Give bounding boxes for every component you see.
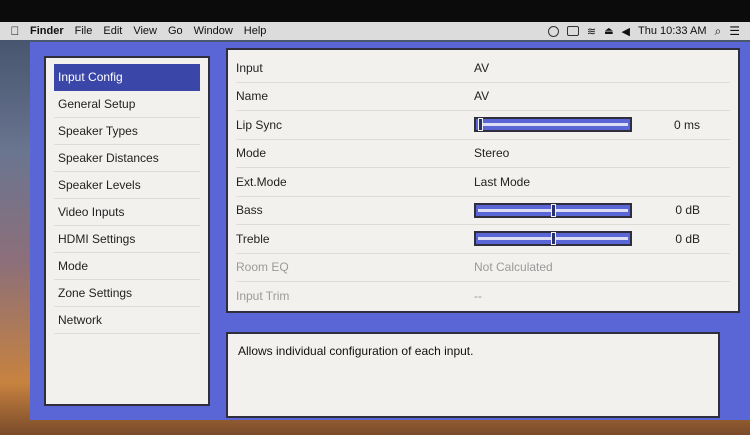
setting-row-lip-sync[interactable]: Lip Sync 0 ms (236, 111, 730, 140)
sidebar-item-mode[interactable]: Mode (54, 253, 200, 280)
setting-row-ext-mode[interactable]: Ext.Mode Last Mode (236, 168, 730, 197)
menu-finder[interactable]: Finder (30, 25, 64, 37)
input-trim-value: -- (474, 289, 482, 304)
apple-icon[interactable]:  (0, 24, 30, 38)
sidebar-item-input-config[interactable]: Input Config (54, 64, 200, 91)
setting-label: Lip Sync (236, 117, 283, 132)
setting-row-room-eq: Room EQ Not Calculated (236, 254, 730, 282)
menu-window[interactable]: Window (194, 25, 233, 37)
search-icon[interactable]: ⌕ (715, 24, 722, 39)
menubar-clock[interactable]: Thu 10:33 AM (638, 25, 707, 37)
sidebar-item-general-setup[interactable]: General Setup (54, 91, 200, 118)
menu-edit[interactable]: Edit (103, 25, 122, 37)
setting-label: Ext.Mode (236, 174, 287, 189)
setting-row-treble[interactable]: Treble 0 dB (236, 225, 730, 254)
lip-sync-value: 0 ms (673, 117, 700, 132)
input-config-panel: Input AV Name AV Lip Sync 0 ms Mode Ster… (226, 48, 740, 313)
setting-row-input-trim: Input Trim -- (236, 282, 730, 311)
sidebar-item-hdmi-settings[interactable]: HDMI Settings (54, 226, 200, 253)
menu-help[interactable]: Help (244, 25, 267, 37)
monitor-bezel (0, 0, 750, 22)
menu-go[interactable]: Go (168, 25, 183, 37)
setting-label: Bass (236, 203, 263, 218)
treble-value: 0 dB (675, 231, 700, 246)
setting-row-bass[interactable]: Bass 0 dB (236, 197, 730, 225)
slider-knob[interactable] (550, 203, 556, 217)
menu-file[interactable]: File (75, 25, 93, 37)
menu-view[interactable]: View (133, 25, 157, 37)
setting-label: Treble (236, 231, 270, 246)
eject-icon[interactable]: ⏏ (604, 26, 613, 37)
sidebar-item-speaker-distances[interactable]: Speaker Distances (54, 145, 200, 172)
bass-slider[interactable] (474, 202, 632, 218)
description-text: Allows individual configuration of each … (238, 344, 474, 358)
slider-knob[interactable] (550, 232, 556, 246)
wifi-icon[interactable]: ≋ (587, 25, 596, 38)
time-machine-icon[interactable] (547, 25, 559, 37)
slider-knob[interactable] (478, 118, 483, 132)
treble-slider[interactable] (474, 231, 632, 247)
setting-label: Mode (236, 146, 267, 161)
setup-menu-panel: Input Config General Setup Speaker Types… (44, 56, 210, 406)
sidebar-item-zone-settings[interactable]: Zone Settings (54, 280, 200, 307)
sidebar-item-video-inputs[interactable]: Video Inputs (54, 199, 200, 226)
airplay-icon[interactable] (566, 26, 579, 36)
sidebar-item-network[interactable]: Network (54, 307, 200, 334)
room-eq-value: Not Calculated (474, 260, 553, 275)
bass-value: 0 dB (675, 203, 700, 218)
sidebar-item-speaker-types[interactable]: Speaker Types (54, 118, 200, 145)
setting-label: Input (236, 60, 263, 75)
setting-row-name[interactable]: Name AV (236, 83, 730, 111)
input-value[interactable]: AV (474, 61, 730, 75)
lip-sync-slider[interactable] (474, 117, 632, 133)
receiver-setup-frame: Input Config General Setup Speaker Types… (30, 42, 750, 420)
notification-center-icon[interactable]: ☰ (729, 24, 740, 38)
description-panel: Allows individual configuration of each … (226, 332, 720, 418)
sidebar-item-speaker-levels[interactable]: Speaker Levels (54, 172, 200, 199)
setting-row-mode[interactable]: Mode Stereo (236, 140, 730, 168)
ext-mode-value[interactable]: Last Mode (474, 175, 730, 189)
name-value[interactable]: AV (474, 89, 730, 103)
mac-menu-bar:  Finder File Edit View Go Window Help ≋… (0, 22, 750, 40)
setting-label: Name (236, 89, 269, 104)
setting-label: Input Trim (236, 289, 290, 304)
mode-value[interactable]: Stereo (474, 146, 730, 160)
volume-icon[interactable]: ◀ (622, 25, 630, 38)
setting-row-input[interactable]: Input AV (236, 54, 730, 83)
setting-label: Room EQ (236, 260, 289, 275)
